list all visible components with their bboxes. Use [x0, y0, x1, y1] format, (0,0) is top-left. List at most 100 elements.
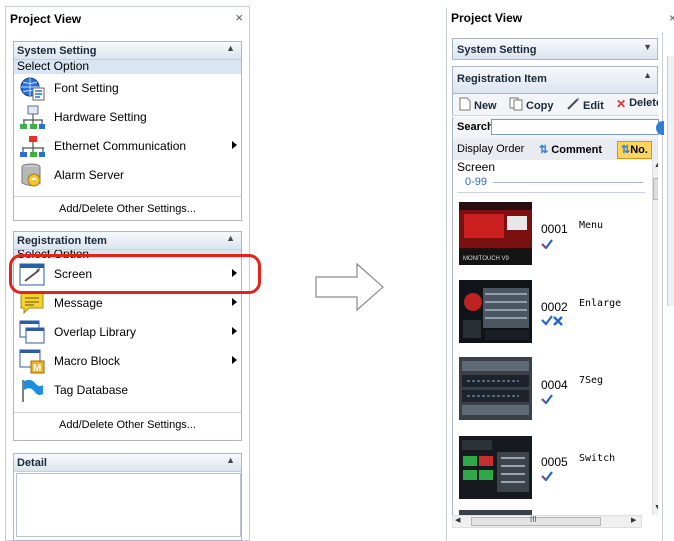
menu-item-font-setting[interactable]: Font Setting [14, 74, 241, 103]
screen-name: Menu [579, 220, 604, 231]
screen-name: Switch [579, 453, 616, 464]
screen-name: Enlarge [579, 298, 622, 309]
submenu-arrow-icon [232, 327, 237, 335]
screen-number: 0005 [541, 455, 568, 469]
horizontal-scrollbar[interactable]: ◀ III ▶ [452, 515, 642, 528]
registration-toolbar: New Copy Edit ✕Delete [452, 94, 658, 116]
expand-icon[interactable]: ▼ [643, 42, 652, 52]
range-group-header[interactable]: 0-99 [465, 176, 487, 188]
panel-titlebar: Project View × [6, 7, 249, 31]
screen-list: Screen 0-99 MONITOUCH V9 0001 Menu 0002 … [452, 160, 658, 515]
registration-item-header[interactable]: Registration Item ▲ [452, 66, 658, 94]
screen-thumbnail [459, 357, 532, 420]
menu-item-label: Tag Database [54, 383, 129, 397]
svg-text:M: M [33, 363, 41, 374]
check-cross-icon [541, 315, 563, 326]
check-icon [541, 239, 553, 249]
panel-title: Project View [451, 11, 523, 25]
overlap-library-icon [19, 320, 45, 344]
scroll-up-icon[interactable]: ▲ [654, 162, 658, 169]
sort-az-icon: ⇅ [539, 144, 549, 156]
copy-button[interactable]: Copy [509, 97, 554, 112]
scrollbar-thumb[interactable] [653, 178, 658, 200]
menu-item-label: Macro Block [54, 354, 121, 368]
menu-item-label: Hardware Setting [54, 110, 147, 124]
sort-comment-label: Comment [551, 144, 603, 156]
scroll-left-icon[interactable]: ◀ [455, 516, 460, 524]
edit-label: Edit [583, 100, 604, 112]
collapse-icon[interactable]: ▲ [226, 43, 235, 53]
check-icon [541, 471, 553, 481]
macro-block-icon: M [19, 349, 45, 374]
system-setting-section: System Setting ▲ Select Option Font Sett… [13, 41, 242, 221]
menu-item-macro-block[interactable]: M Macro Block [14, 347, 241, 376]
menu-item-label: Overlap Library [54, 325, 137, 339]
menu-item-tag-database[interactable]: Tag Database [14, 376, 241, 405]
screen-highlight-outline [9, 254, 261, 294]
submenu-arrow-icon [232, 298, 237, 306]
collapse-icon[interactable]: ▲ [643, 70, 652, 80]
search-go-icon[interactable] [656, 121, 664, 135]
close-icon[interactable]: × [235, 10, 243, 25]
new-document-icon [459, 97, 471, 111]
screen-number: 0004 [541, 378, 568, 392]
menu-item-hardware-setting[interactable]: Hardware Setting [14, 103, 241, 132]
collapse-icon[interactable]: ▲ [226, 233, 235, 243]
globe-font-icon [20, 77, 45, 101]
submenu-arrow-icon [232, 356, 237, 364]
add-delete-other-settings-button[interactable]: Add/Delete Other Settings... [14, 196, 241, 221]
submenu-arrow-icon [232, 141, 237, 149]
alarm-server-icon [21, 163, 41, 187]
close-icon[interactable]: × [669, 11, 674, 25]
menu-item-label: Font Setting [54, 81, 119, 95]
sort-number-label: No. [630, 144, 648, 156]
section-title: Registration Item [17, 235, 107, 247]
divider [493, 182, 643, 183]
delete-x-icon: ✕ [616, 97, 627, 111]
section-title: Registration Item [457, 73, 547, 85]
screen-thumbnail: MONITOUCH V9 [459, 202, 532, 265]
select-option-label: Select Option [14, 60, 241, 74]
scrollbar-thumb[interactable]: III [471, 515, 601, 526]
screen-name: 7Seg [579, 375, 604, 386]
new-button[interactable]: New [459, 97, 497, 112]
sort-number-button[interactable]: ⇅No. [617, 141, 652, 159]
delete-label: Delete [629, 97, 658, 109]
screen-thumbnail [459, 436, 532, 499]
system-setting-header[interactable]: System Setting ▲ [14, 42, 241, 60]
collapse-icon[interactable]: ▲ [226, 455, 235, 465]
delete-button[interactable]: ✕Delete [616, 97, 658, 111]
right-arrow-icon [315, 262, 384, 312]
system-setting-header[interactable]: System Setting ▼ [452, 38, 658, 60]
detail-content [16, 473, 241, 537]
scroll-right-icon[interactable]: ▶ [631, 516, 636, 524]
pencil-icon [567, 98, 579, 110]
copy-label: Copy [526, 100, 554, 112]
message-icon [20, 292, 44, 315]
copy-icon [509, 97, 523, 111]
vertical-scrollbar[interactable]: ▲ ▼ [652, 160, 658, 515]
search-label: Search [457, 121, 494, 133]
search-input[interactable] [491, 119, 659, 135]
sort-comment-button[interactable]: ⇅ Comment [539, 143, 602, 156]
menu-item-overlap-library[interactable]: Overlap Library [14, 318, 241, 347]
tag-flag-icon [22, 379, 43, 402]
sort-order-row: Display Order ⇅ Comment ⇅No. [452, 139, 658, 160]
new-label: New [474, 100, 497, 112]
scroll-down-icon[interactable]: ▼ [654, 504, 658, 511]
display-order-label: Display Order [457, 143, 525, 155]
edit-button[interactable]: Edit [566, 97, 604, 112]
menu-item-label: Message [54, 296, 103, 310]
screen-number: 0001 [541, 222, 568, 236]
registration-item-header[interactable]: Registration Item ▲ [14, 232, 241, 250]
menu-item-alarm-server[interactable]: Alarm Server [14, 161, 241, 190]
section-title: System Setting [457, 44, 537, 56]
detail-header[interactable]: Detail ▲ [14, 454, 241, 472]
panel-divider [662, 32, 663, 541]
sort-az-icon: ⇅ [621, 144, 631, 156]
project-view-panel-right: Project View × System Setting ▼ Registra… [446, 8, 674, 541]
hardware-icon [20, 105, 45, 129]
add-delete-other-settings-button[interactable]: Add/Delete Other Settings... [14, 412, 241, 437]
svg-text:MONITOUCH V9: MONITOUCH V9 [463, 256, 510, 262]
menu-item-ethernet-communication[interactable]: Ethernet Communication [14, 132, 241, 161]
